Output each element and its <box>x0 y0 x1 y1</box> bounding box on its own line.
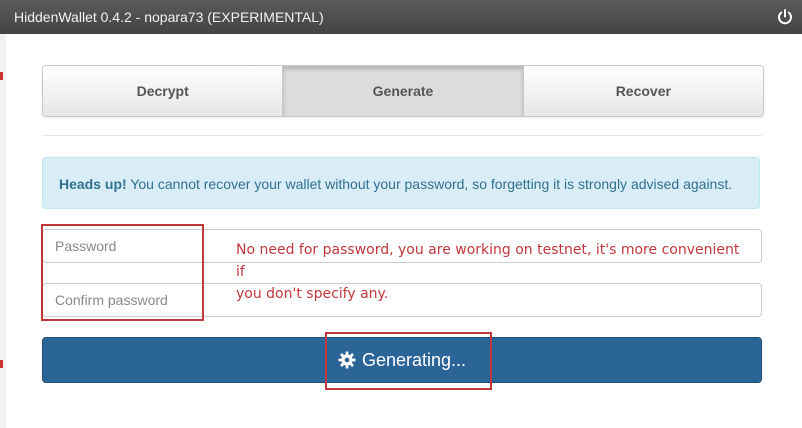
background-mark <box>0 72 3 80</box>
annotation-note: No need for password, you are working on… <box>236 239 746 305</box>
tab-recover[interactable]: Recover <box>523 66 763 116</box>
generate-button-label: Generating... <box>361 349 467 370</box>
divider <box>42 135 762 136</box>
tab-generate[interactable]: Generate <box>283 66 524 116</box>
power-icon[interactable] <box>776 8 794 26</box>
window-title: HiddenWallet 0.4.2 - nopara73 (EXPERIMEN… <box>14 9 324 25</box>
alert-heading: Heads up! <box>59 176 127 192</box>
tab-bar: Decrypt Generate Recover <box>42 65 764 117</box>
gear-icon <box>338 351 356 369</box>
annotation-line: you don't specify any. <box>236 286 389 302</box>
title-bar: HiddenWallet 0.4.2 - nopara73 (EXPERIMEN… <box>0 0 802 34</box>
tab-decrypt[interactable]: Decrypt <box>43 66 284 116</box>
background-mark <box>0 360 3 368</box>
alert-message: You cannot recover your wallet without y… <box>126 176 733 192</box>
info-alert: Heads up! You cannot recover your wallet… <box>42 157 760 209</box>
generate-button[interactable]: Generating... <box>42 337 762 383</box>
annotation-line: No need for password, you are working on… <box>236 242 740 280</box>
